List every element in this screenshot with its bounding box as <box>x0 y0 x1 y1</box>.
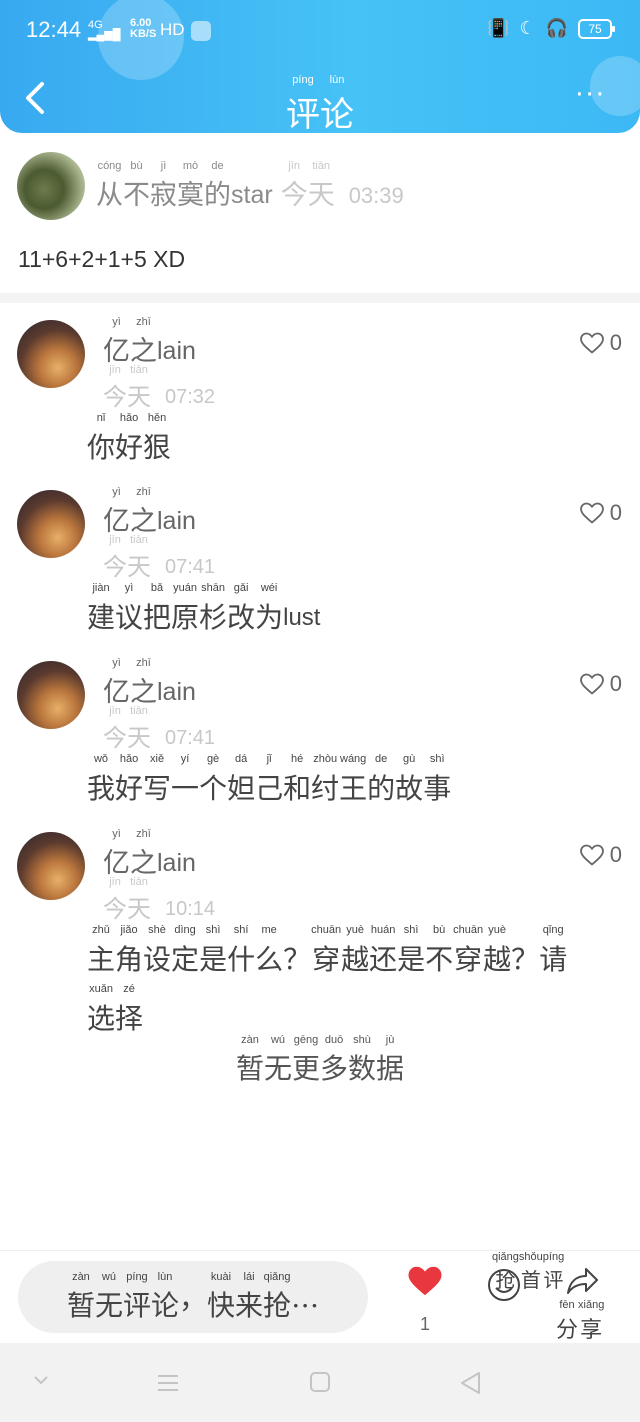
commenter-name[interactable]: yì 亿 zhī 之 lain <box>103 316 196 368</box>
net-speed: 6.00 KB/S <box>130 18 156 40</box>
headphone-icon: 🎧 <box>545 18 568 39</box>
commenter-avatar[interactable] <box>17 832 85 900</box>
comment-text: nǐ 你 hǎo 好 hěn 狠 <box>87 412 172 464</box>
comment-timestamp: jīn 今 tiān 天 10:14 <box>103 876 216 923</box>
like-button[interactable]: 1 <box>404 1265 446 1335</box>
battery-icon: 75 <box>578 18 615 39</box>
home-square-icon[interactable] <box>309 1371 331 1393</box>
first-comment-button[interactable]: qiǎng 抢 shǒu 首 píng 评 <box>484 1251 564 1333</box>
status-bar: 12:44 4G ▂▄▆█ 6.00 KB/S HD 📳 ☾ 🎧 75 <box>0 0 640 64</box>
speed-unit: KB/S <box>130 28 157 40</box>
comment-like-count: 0 <box>609 842 622 867</box>
post-timestamp: jīn 今 tiān 天 03:39 <box>280 160 404 211</box>
commenter-avatar[interactable] <box>17 320 85 388</box>
comment-like-button[interactable]: 0 <box>579 671 622 697</box>
like-count: 1 <box>419 1314 430 1334</box>
menu-icon[interactable] <box>156 1371 180 1395</box>
app-header: 12:44 4G ▂▄▆█ 6.00 KB/S HD 📳 ☾ 🎧 75 píng… <box>0 0 640 133</box>
share-button[interactable]: fēn 分 xiǎng 享 <box>556 1265 610 1344</box>
heart-outline-icon <box>579 502 604 524</box>
back-triangle-icon[interactable] <box>459 1371 483 1395</box>
heart-outline-icon <box>579 673 604 695</box>
vibrate-mute-icon: 📳 <box>487 18 510 39</box>
layers-icon <box>191 21 211 41</box>
comment-timestamp: jīn 今 tiān 天 07:32 <box>103 364 216 411</box>
status-icons: 📳 ☾ 🎧 75 <box>487 18 615 39</box>
moon-icon: ☾ <box>519 18 536 39</box>
comment-like-button[interactable]: 0 <box>579 330 622 356</box>
status-time: 12:44 <box>26 17 82 42</box>
share-arrow-icon <box>567 1268 598 1294</box>
comment-like-count: 0 <box>609 671 622 696</box>
section-divider <box>0 293 640 303</box>
comment-like-count: 0 <box>609 500 622 525</box>
comment-text: jiàn 建 yì 议 bǎ 把 yuán 原 shān 杉 gǎi 改 wéi 为 lust <box>87 582 321 634</box>
commenter-avatar[interactable] <box>17 661 85 729</box>
smile-icon <box>488 1269 520 1301</box>
comment-bar: zàn 暂 wú 无 píng 评 lùn 论， kuài 快 lái 来 qiǎng 抢… 1 qiǎn… <box>0 1250 640 1343</box>
network-indicator: 4G ▂▄▆█ <box>88 20 121 41</box>
comment-input[interactable]: zàn 暂 wú 无 píng 评 lùn 论， kuài 快 lái 来 qiǎng 抢… <box>18 1261 368 1333</box>
comment-timestamp: jīn 今 tiān 天 07:41 <box>103 534 216 581</box>
signal-icon: ▂▄▆█ <box>88 29 121 41</box>
comment-text: wǒ 我 hǎo 好 xiě 写 yí 一 gè 个 dá 妲 jǐ 己 hé 和 zhòu 纣 wáng 王 de 的 g… <box>87 753 452 805</box>
heart-outline-icon <box>579 844 604 866</box>
page-title: píng 评 lùn 论 <box>286 74 354 133</box>
share-label: fēn 分 xiǎng 享 <box>556 1299 605 1343</box>
post-header: cóng 从 bù 不 jì 寂 mò 寞 de 的 star jīn 今 tiān 天 03:39 <box>96 160 404 212</box>
chevron-down-icon[interactable] <box>32 1371 50 1391</box>
comment-like-count: 0 <box>609 330 622 355</box>
heart-outline-icon <box>579 332 604 354</box>
comment-timestamp: jīn 今 tiān 天 07:41 <box>103 705 216 752</box>
system-nav-bar <box>0 1343 640 1422</box>
commenter-name[interactable]: yì 亿 zhī 之 lain <box>103 657 196 709</box>
more-menu-icon[interactable]: ··· <box>575 82 606 108</box>
commenter-avatar[interactable] <box>17 490 85 558</box>
post-content: 11+6+2+1+5 XD <box>18 246 186 272</box>
heart-filled-icon <box>408 1266 442 1296</box>
comment-text: zhǔ 主 jiǎo 角 shè 设 dìng 定 shì 是 shí 什 me 么？ chuān 穿 yuè 越… <box>87 924 568 1035</box>
post-author-avatar[interactable] <box>17 152 85 220</box>
post-author-name[interactable]: cóng 从 bù 不 jì 寂 mò 寞 de 的 star <box>96 160 273 212</box>
comment-like-button[interactable]: 0 <box>579 842 622 868</box>
hd-label: HD <box>160 20 185 39</box>
commenter-name[interactable]: yì 亿 zhī 之 lain <box>103 828 196 880</box>
commenter-name[interactable]: yì 亿 zhī 之 lain <box>103 486 196 538</box>
no-more-data: zàn 暂 wú 无 gēng 更 duō 多 shù 数 jù 据 <box>235 1034 405 1085</box>
comment-like-button[interactable]: 0 <box>579 500 622 526</box>
